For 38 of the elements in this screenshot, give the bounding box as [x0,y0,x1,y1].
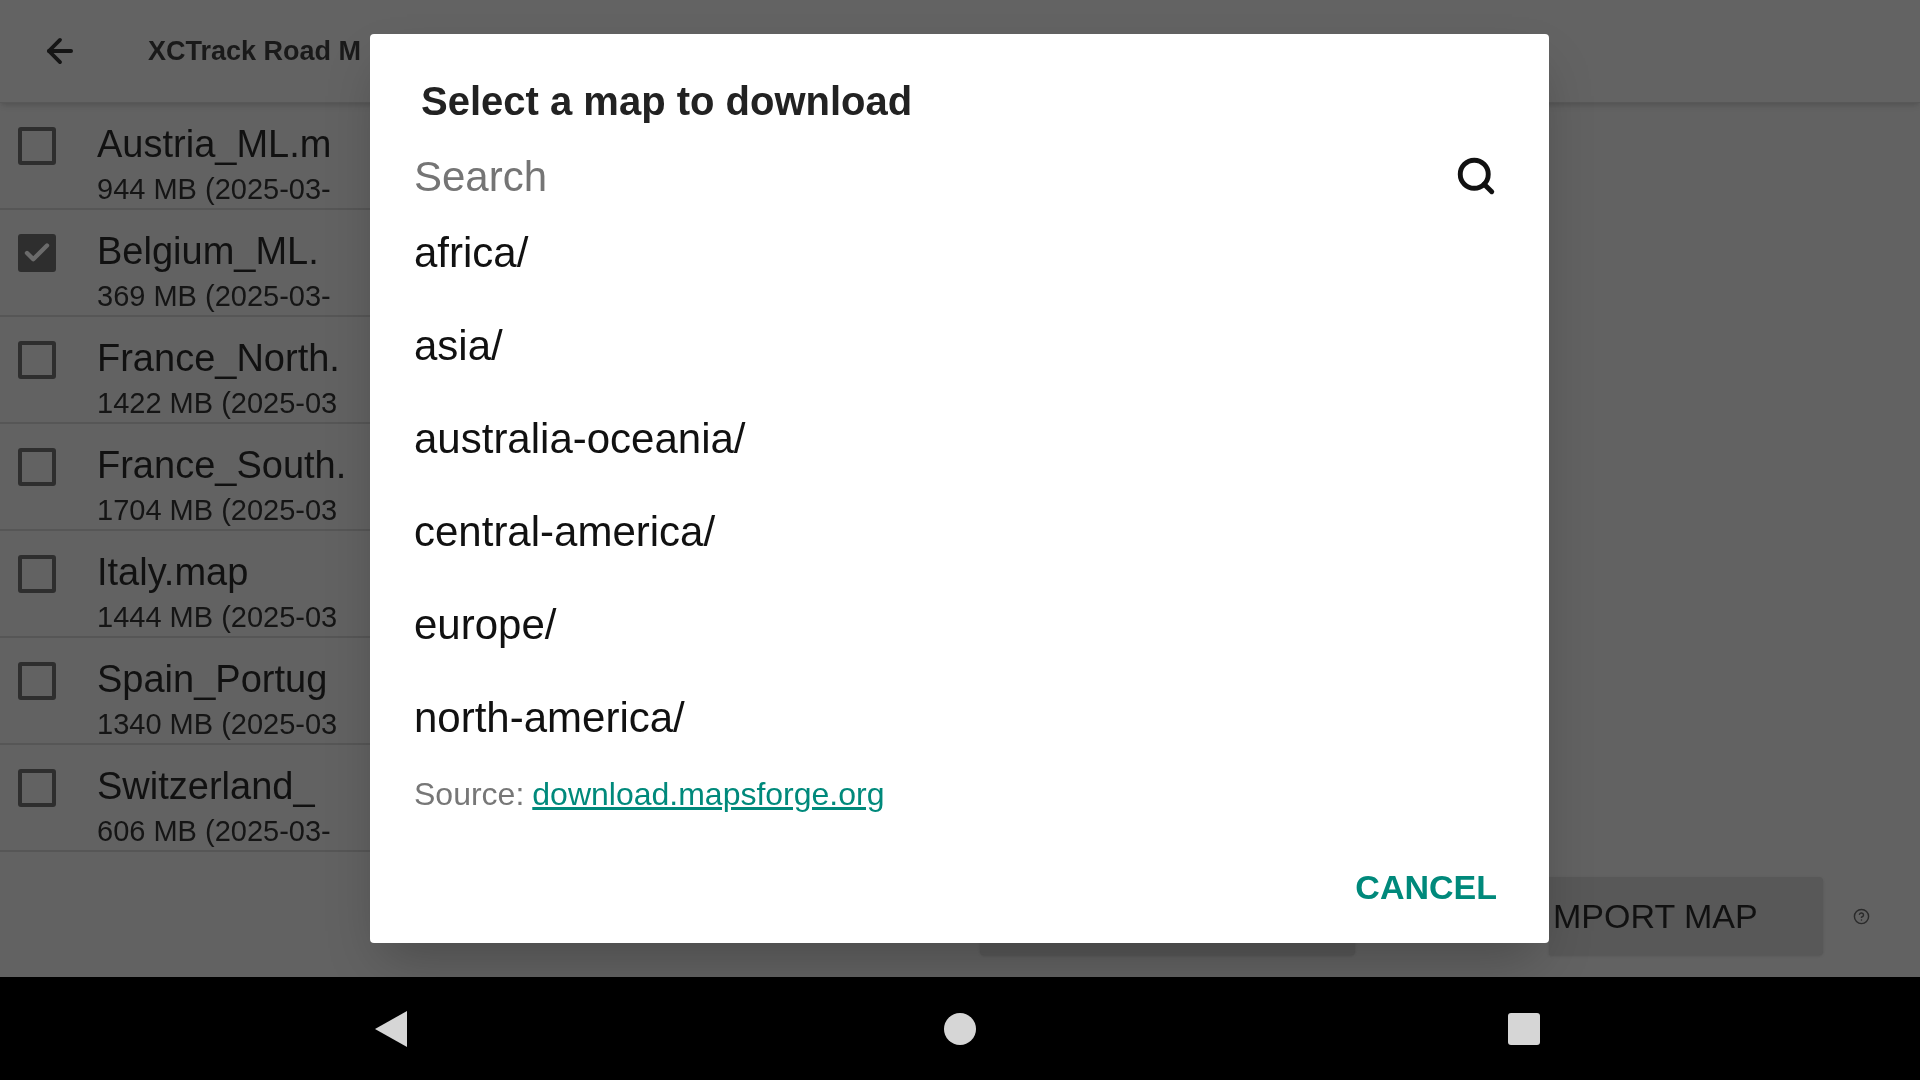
folder-item[interactable]: north-america/ [414,671,1505,764]
map-details: 369 MB (2025-03- [97,279,331,313]
folder-item[interactable]: europe/ [414,578,1505,671]
checkbox[interactable] [18,555,56,593]
checkbox[interactable] [18,662,56,700]
folder-item[interactable]: australia-oceania/ [414,392,1505,485]
map-name: Switzerland_ [97,764,316,808]
source-link[interactable]: download.mapsforge.org [532,770,885,818]
map-name: France_South. [97,443,347,487]
overview-icon[interactable] [1508,1012,1540,1045]
map-details: 1704 MB (2025-03 [97,493,339,527]
checkbox[interactable] [18,448,56,486]
map-name: Italy.map [97,550,250,594]
help-icon[interactable] [1853,907,1870,925]
app-title: XCTrack Road M [148,34,362,68]
search-icon[interactable] [1455,155,1497,197]
folder-item[interactable]: central-america/ [414,485,1505,578]
cancel-button[interactable]: CANCEL [1347,858,1505,917]
source-label: Source: [414,775,525,814]
folder-item[interactable]: africa/ [414,206,1505,299]
map-name: Spain_Portug [97,657,329,701]
home-icon[interactable] [944,1012,976,1045]
map-name: Austria_ML.m [97,122,332,166]
map-details: 1444 MB (2025-03 [97,600,338,634]
map-details: 606 MB (2025-03- [97,814,331,848]
map-details: 1422 MB (2025-03 [97,386,339,420]
checkbox[interactable] [18,341,56,379]
map-details: 944 MB (2025-03- [97,172,332,206]
checkbox[interactable] [18,127,56,165]
map-name: France_North. [97,336,340,380]
dialog-title: Select a map to download [421,78,914,124]
folder-item[interactable]: asia/ [414,299,1505,392]
map-details: 1340 MB (2025-03 [97,707,338,741]
back-icon[interactable] [375,1010,407,1047]
checkbox[interactable] [18,769,56,807]
map-name: Belgium_ML. [97,229,320,273]
search-field[interactable]: Search [414,144,1455,208]
checkbox[interactable] [18,234,56,272]
